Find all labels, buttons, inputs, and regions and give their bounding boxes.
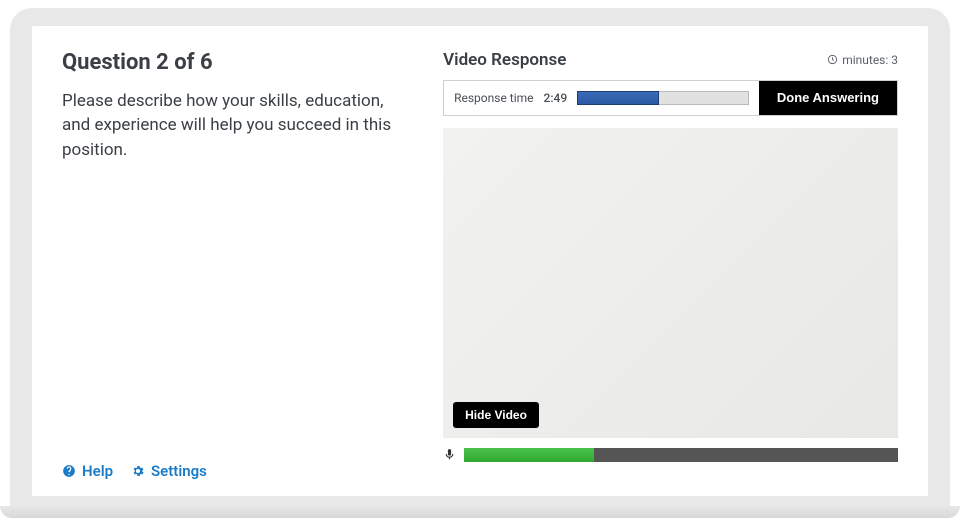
app-screen: Question 2 of 6 Please describe how your…	[32, 26, 928, 496]
video-header: Video Response	[443, 50, 566, 70]
response-time-value: 2:49	[544, 91, 568, 105]
response-progress-track	[577, 91, 749, 105]
minutes-remaining: minutes: 3	[827, 53, 898, 67]
help-label: Help	[82, 462, 113, 480]
settings-link[interactable]: Settings	[131, 462, 207, 480]
clock-icon	[827, 54, 838, 65]
hide-video-button[interactable]: Hide Video	[453, 402, 539, 428]
mic-level-track	[464, 448, 898, 462]
mic-level-fill	[464, 448, 594, 462]
response-time-label: Response time	[454, 91, 533, 105]
minutes-label: minutes: 3	[842, 53, 898, 67]
video-preview: Hide Video	[443, 128, 898, 438]
laptop-base	[0, 506, 960, 518]
question-pane: Question 2 of 6 Please describe how your…	[62, 50, 413, 486]
video-pane: Video Response minutes: 3 Response time …	[443, 50, 898, 486]
footer-links: Help Settings	[62, 462, 413, 486]
question-text: Please describe how your skills, educati…	[62, 89, 413, 163]
done-answering-button[interactable]: Done Answering	[759, 81, 897, 115]
mic-level-row	[443, 448, 898, 466]
help-link[interactable]: Help	[62, 462, 113, 480]
gear-icon	[131, 464, 145, 478]
settings-label: Settings	[151, 462, 207, 480]
laptop-frame: Question 2 of 6 Please describe how your…	[10, 8, 950, 518]
response-bar-left: Response time 2:49	[444, 81, 759, 115]
question-title: Question 2 of 6	[62, 50, 413, 75]
help-icon	[62, 464, 76, 478]
video-header-row: Video Response minutes: 3	[443, 50, 898, 70]
response-progress-fill	[577, 91, 658, 105]
microphone-icon	[443, 448, 456, 461]
response-bar: Response time 2:49 Done Answering	[443, 80, 898, 116]
